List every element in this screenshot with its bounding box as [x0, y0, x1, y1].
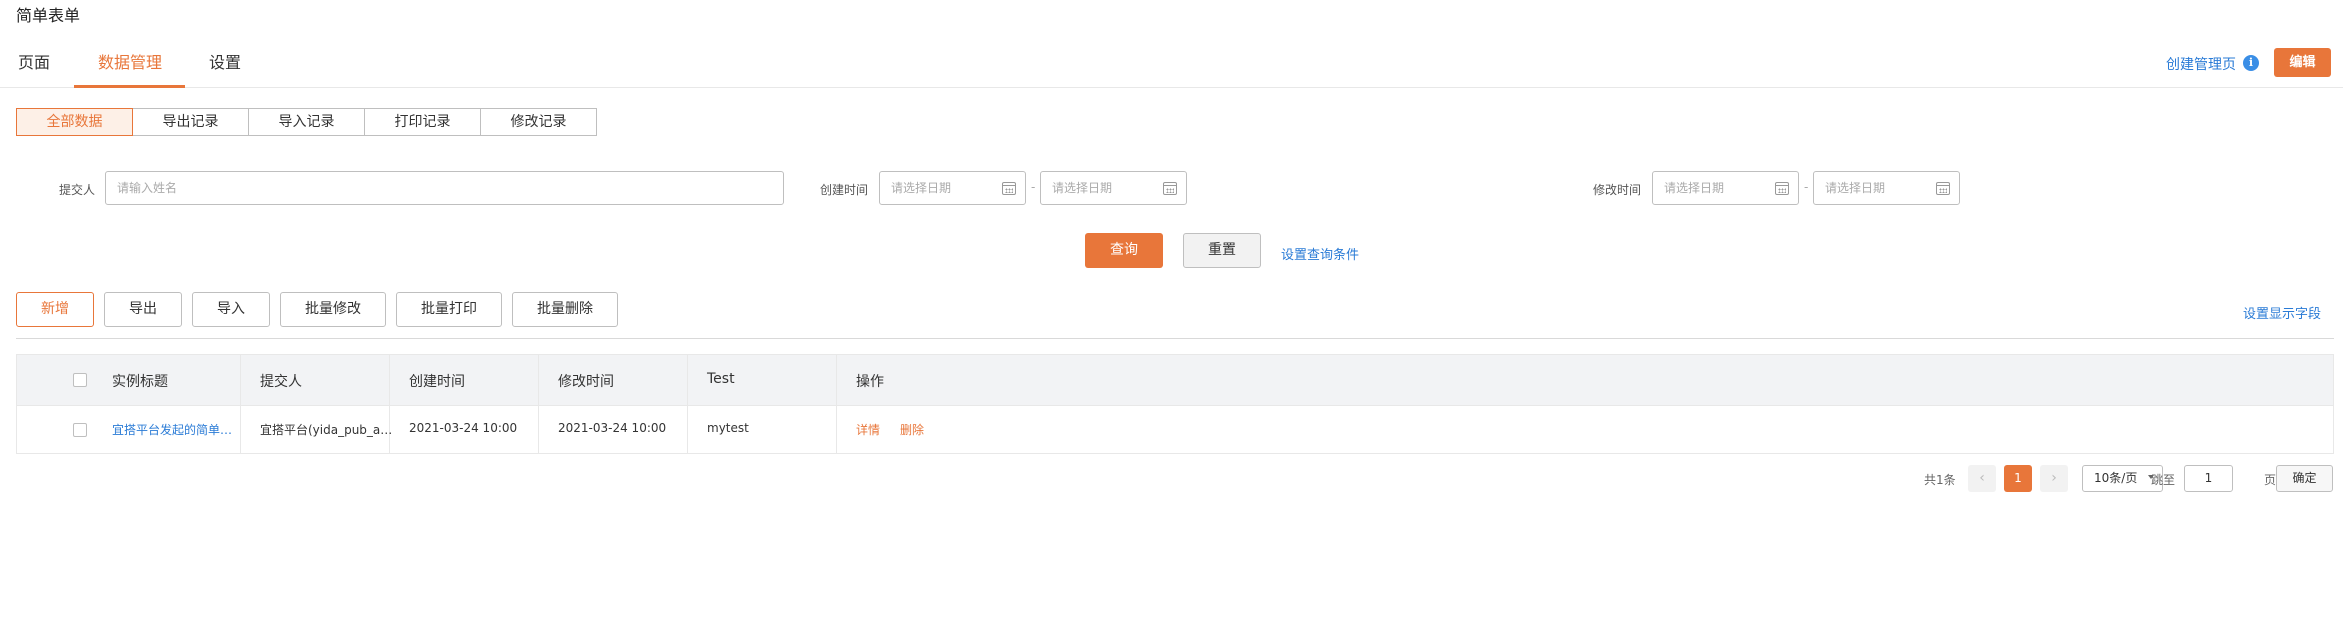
batch-delete-button[interactable]: 批量删除	[512, 292, 618, 327]
app-title: 简单表单	[16, 6, 81, 25]
modified-end-date-input[interactable]: 请选择日期	[1813, 171, 1960, 205]
edit-button[interactable]: 编辑	[2274, 48, 2331, 77]
header-test: Test	[707, 371, 735, 387]
range-separator: -	[1804, 180, 1809, 194]
row-modified-time: 2021-03-24 10:00	[558, 421, 667, 435]
calendar-icon	[1163, 182, 1177, 195]
created-time-label: 创建时间	[820, 183, 869, 197]
segment-all-data[interactable]: 全部数据	[16, 108, 133, 136]
tab-pages[interactable]: 页面	[18, 52, 50, 88]
segment-import-records[interactable]: 导入记录	[248, 108, 365, 136]
reset-button[interactable]: 重置	[1183, 233, 1261, 268]
modified-end-placeholder: 请选择日期	[1825, 181, 1886, 195]
row-submitter: 宜搭平台(yida_pub_a…	[260, 423, 393, 437]
submitter-input[interactable]: 请输入姓名	[105, 171, 784, 205]
add-button[interactable]: 新增	[16, 292, 94, 327]
segment-print-records[interactable]: 打印记录	[364, 108, 481, 136]
next-page-button[interactable]: ›	[2040, 465, 2068, 492]
row-detail-link[interactable]: 详情	[856, 421, 880, 438]
row-delete-link[interactable]: 删除	[900, 421, 924, 438]
modified-start-placeholder: 请选择日期	[1664, 181, 1725, 195]
submitter-label: 提交人	[59, 183, 96, 197]
batch-print-button[interactable]: 批量打印	[396, 292, 502, 327]
batch-edit-button[interactable]: 批量修改	[280, 292, 386, 327]
set-display-fields-link[interactable]: 设置显示字段	[2243, 303, 2321, 322]
calendar-icon	[1936, 182, 1950, 195]
prev-page-button[interactable]: ‹	[1968, 465, 1996, 492]
current-page-button[interactable]: 1	[2004, 465, 2032, 492]
created-start-placeholder: 请选择日期	[891, 181, 952, 195]
create-admin-page-link[interactable]: 创建管理页	[2166, 54, 2236, 74]
header-instance-title: 实例标题	[112, 374, 168, 390]
tab-settings[interactable]: 设置	[209, 52, 241, 88]
modified-time-label: 修改时间	[1593, 183, 1642, 197]
data-table: 实例标题 提交人 创建时间 修改时间 Test 操作 宜搭平台发起的简单… 宜搭…	[16, 354, 2334, 454]
modified-start-date-input[interactable]: 请选择日期	[1652, 171, 1799, 205]
set-query-conditions-link[interactable]: 设置查询条件	[1281, 244, 1359, 263]
created-end-placeholder: 请选择日期	[1052, 181, 1113, 195]
row-created-time: 2021-03-24 10:00	[409, 421, 518, 435]
header-actions: 操作	[856, 374, 884, 390]
row-title-link[interactable]: 宜搭平台发起的简单…	[112, 421, 232, 438]
jump-page-input[interactable]: 1	[2184, 465, 2233, 492]
row-checkbox[interactable]	[73, 423, 87, 437]
header-submitter: 提交人	[260, 374, 302, 390]
created-end-date-input[interactable]: 请选择日期	[1040, 171, 1187, 205]
info-icon[interactable]: i	[2243, 55, 2259, 71]
top-nav: 页面 数据管理 设置	[0, 44, 2343, 88]
table-header: 实例标题 提交人 创建时间 修改时间 Test 操作	[17, 355, 2333, 405]
page-suffix: 页	[2264, 473, 2277, 487]
calendar-icon	[1002, 182, 1016, 195]
calendar-icon	[1775, 182, 1789, 195]
header-modified-time: 修改时间	[558, 374, 614, 390]
total-count: 共1条	[1924, 473, 1956, 487]
segment-modify-records[interactable]: 修改记录	[480, 108, 597, 136]
import-button[interactable]: 导入	[192, 292, 270, 327]
header-created-time: 创建时间	[409, 374, 465, 390]
jump-confirm-button[interactable]: 确定	[2276, 465, 2333, 492]
page-size-value: 10条/页	[2094, 471, 2138, 485]
tab-data-management[interactable]: 数据管理	[74, 52, 185, 88]
created-start-date-input[interactable]: 请选择日期	[879, 171, 1026, 205]
toolbar-divider	[16, 338, 2334, 339]
table-row: 宜搭平台发起的简单… 宜搭平台(yida_pub_a… 2021-03-24 1…	[17, 405, 2333, 453]
record-type-segment: 全部数据 导出记录 导入记录 打印记录 修改记录	[16, 108, 597, 136]
segment-export-records[interactable]: 导出记录	[132, 108, 249, 136]
row-test-value: mytest	[707, 421, 749, 435]
select-all-checkbox[interactable]	[73, 373, 87, 387]
search-button[interactable]: 查询	[1085, 233, 1163, 268]
export-button[interactable]: 导出	[104, 292, 182, 327]
jump-label: 跳至	[2150, 473, 2175, 487]
range-separator: -	[1031, 180, 1036, 194]
